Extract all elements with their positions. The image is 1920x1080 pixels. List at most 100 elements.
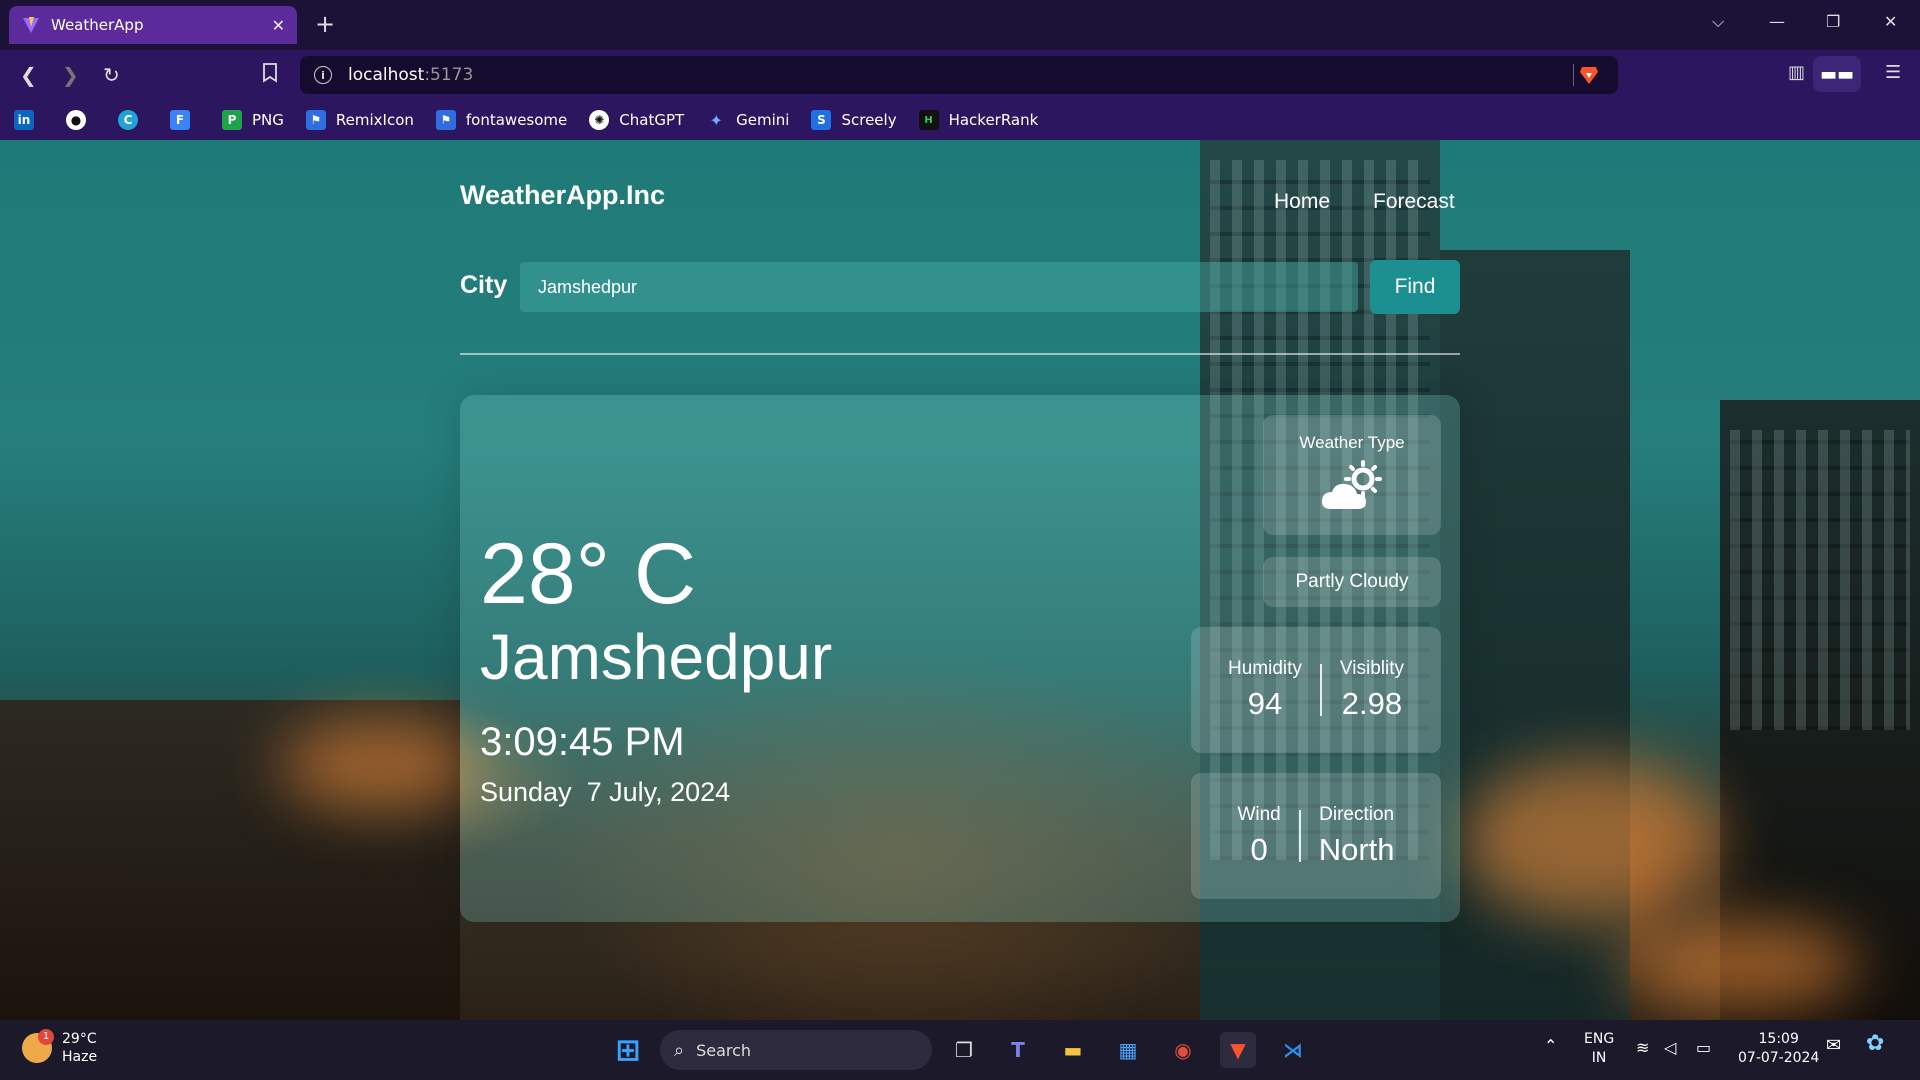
bookmark-linkedin[interactable]: in [14, 110, 44, 130]
forward-icon[interactable]: ❯ [62, 63, 79, 87]
bookmark-screely[interactable]: S Screely [811, 110, 897, 130]
brand-logo[interactable]: WeatherApp.Inc [460, 180, 665, 211]
weather-haze-icon: 1 [22, 1029, 54, 1063]
bookmark-remixicon[interactable]: ⚑ RemixIcon [305, 110, 414, 130]
sidebar-toggle-icon[interactable]: ▥ [1788, 62, 1805, 83]
url-host: localhost [348, 65, 425, 85]
visibility-stat: Visiblity 2.98 [1322, 658, 1422, 722]
vscode-icon[interactable]: ⋊ [1275, 1032, 1311, 1068]
reader-mode-icon[interactable]: ▬▬ [1813, 56, 1861, 92]
wind-value: 0 [1250, 832, 1268, 867]
bookmark-gemini[interactable]: ✦ Gemini [706, 110, 789, 130]
header-divider [460, 353, 1460, 355]
taskbar-weather-temp: 29°C [62, 1031, 97, 1047]
bookmark-github[interactable]: ● [66, 110, 96, 130]
city-light-glow [1620, 920, 1860, 1010]
browser-toolbar: ❮ ❯ ↻ i localhost:5173 ▥ ▬▬ ☰ [0, 50, 1920, 100]
notifications-icon[interactable]: ✉ [1826, 1036, 1841, 1055]
condition-tile: Partly Cloudy [1263, 557, 1441, 607]
new-tab-button[interactable]: + [315, 10, 335, 38]
bookmark-hackerrank[interactable]: H HackerRank [918, 110, 1038, 130]
tab-close-icon[interactable]: ✕ [272, 16, 285, 35]
direction-value: North [1318, 832, 1395, 867]
tab-title: WeatherApp [51, 16, 144, 34]
brave-icon[interactable]: ▼ [1220, 1032, 1256, 1068]
close-window-button[interactable]: ✕ [1884, 12, 1897, 31]
current-date: Sunday 7 July, 2024 [480, 777, 730, 808]
city-label: City [460, 271, 508, 299]
wind-direction-tile: Wind 0 Direction North [1191, 773, 1441, 899]
wifi-icon[interactable]: ≋ [1636, 1038, 1649, 1057]
show-hidden-icons-icon[interactable]: ⌃ [1544, 1036, 1557, 1055]
battery-icon[interactable]: ▭ [1696, 1038, 1711, 1057]
wind-label: Wind [1237, 804, 1281, 825]
bookmark-png[interactable]: P PNG [222, 110, 284, 130]
taskbar-search-label: Search [696, 1040, 752, 1060]
bookmark-canva[interactable]: C [118, 110, 148, 130]
current-day: Sunday [480, 777, 572, 807]
city-light-glow [280, 720, 480, 810]
copilot-icon[interactable]: ✿ [1866, 1033, 1884, 1055]
taskbar-weather-widget[interactable]: 1 29°C Haze [22, 1029, 98, 1066]
tab-search-icon[interactable]: ⌵ [1712, 12, 1724, 32]
url-port: :5173 [424, 65, 474, 85]
weather-type-label: Weather Type [1299, 433, 1405, 452]
bookmark-fontawesome[interactable]: ⚑ fontawesome [435, 110, 567, 130]
tab-weatherapp[interactable]: WeatherApp ✕ [9, 6, 297, 44]
background-building-windows [1730, 430, 1910, 730]
chatgpt-icon: ✺ [589, 110, 610, 130]
address-bar[interactable]: i localhost:5173 [300, 56, 1618, 94]
cloud-sun-icon [1321, 460, 1382, 509]
reload-icon[interactable]: ↻ [103, 63, 120, 87]
bookmark-icon[interactable] [262, 63, 278, 88]
linkedin-icon: in [14, 110, 34, 130]
bookmark-forms[interactable]: F [170, 110, 200, 130]
humidity-value: 94 [1247, 686, 1283, 721]
bookmarks-bar: in ● C F P PNG ⚑ RemixIcon ⚑ fontawesome ✺ C… [0, 100, 1920, 140]
menu-icon[interactable]: ☰ [1885, 62, 1901, 83]
back-icon[interactable]: ❮ [20, 63, 37, 87]
task-view-icon[interactable]: ❐ [946, 1032, 982, 1068]
forms-icon: F [170, 110, 190, 130]
weather-page: WeatherApp.Inc Home Forecast City Find 2… [0, 140, 1920, 1020]
volume-icon[interactable]: ◁ [1664, 1038, 1676, 1057]
direction-label: Direction [1319, 804, 1395, 825]
city-search-input[interactable] [520, 262, 1358, 312]
find-button[interactable]: Find [1370, 260, 1460, 314]
screely-icon: S [811, 110, 832, 130]
gemini-icon: ✦ [709, 110, 723, 130]
current-time: 3:09:45 PM [480, 720, 685, 764]
canva-icon: C [118, 110, 138, 130]
windows-start-icon[interactable]: ⊞ [610, 1032, 646, 1068]
bookmark-chatgpt[interactable]: ✺ ChatGPT [589, 110, 684, 130]
teams-icon[interactable]: T [1000, 1032, 1036, 1068]
wind-stat: Wind 0 [1219, 804, 1298, 868]
ms-store-icon[interactable]: ▦ [1110, 1032, 1146, 1068]
system-clock[interactable]: 15:09 07-07-2024 [1738, 1030, 1819, 1068]
temperature-value: 28° C [480, 526, 697, 622]
city-light-glow [1460, 760, 1720, 920]
taskbar-weather-desc: Haze [62, 1049, 98, 1065]
minimize-button[interactable]: — [1769, 12, 1785, 31]
city-name: Jamshedpur [480, 621, 833, 693]
file-explorer-icon[interactable]: ▬ [1055, 1032, 1091, 1068]
notification-badge: 1 [38, 1029, 54, 1045]
taskbar-search[interactable]: ⌕ Search [660, 1030, 932, 1070]
visibility-label: Visiblity [1339, 658, 1404, 679]
browser-tabbar: WeatherApp ✕ + ⌵ — ❐ ✕ [0, 0, 1920, 50]
humidity-visibility-tile: Humidity 94 Visiblity 2.98 [1191, 627, 1441, 753]
weather-type-tile: Weather Type [1263, 415, 1441, 535]
chrome-icon[interactable]: ◉ [1165, 1032, 1201, 1068]
url-separator [1573, 64, 1574, 86]
brave-shields-icon[interactable] [1578, 64, 1600, 86]
language-indicator[interactable]: ENG IN [1584, 1030, 1614, 1068]
restore-button[interactable]: ❐ [1826, 12, 1840, 31]
vite-icon [23, 17, 39, 33]
humidity-stat: Humidity 94 [1210, 658, 1320, 722]
site-info-icon[interactable]: i [314, 66, 332, 84]
nav-forecast-link[interactable]: Forecast [1373, 190, 1455, 214]
current-date-text: 7 July, 2024 [586, 777, 731, 807]
search-icon: ⌕ [674, 1039, 685, 1061]
nav-home-link[interactable]: Home [1274, 190, 1330, 214]
hackerrank-icon: H [918, 110, 939, 130]
